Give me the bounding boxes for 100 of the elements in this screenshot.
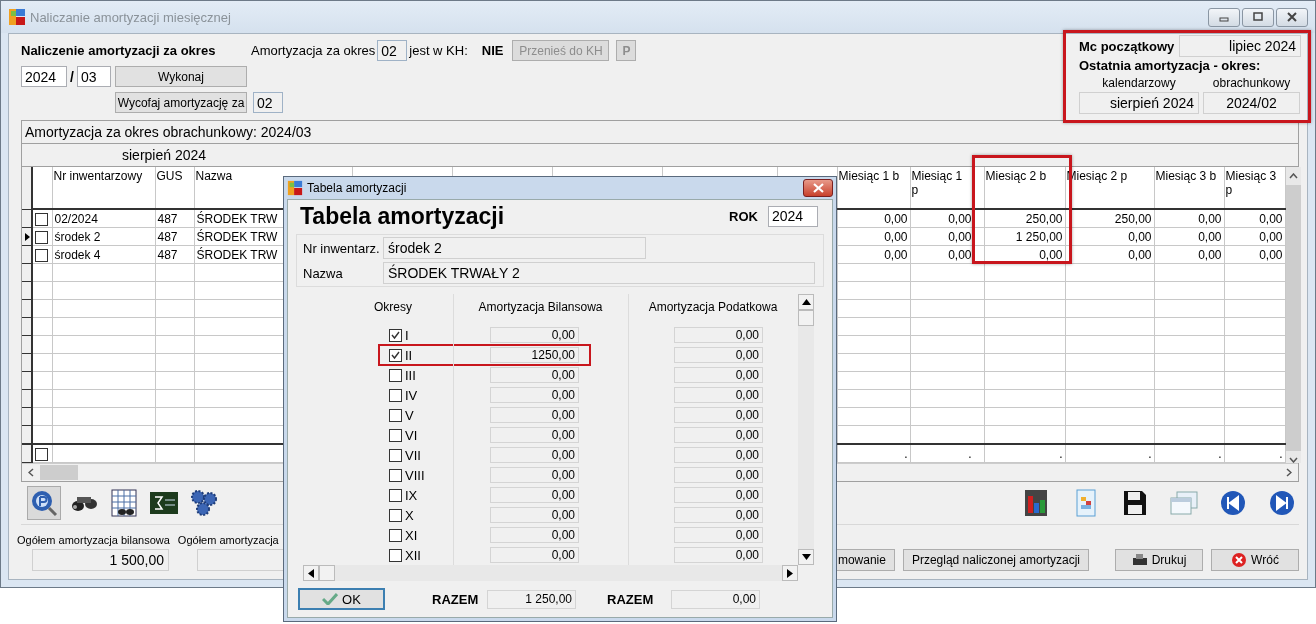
period-checkbox[interactable] bbox=[389, 388, 402, 402]
close-button[interactable] bbox=[803, 179, 833, 197]
tax-field[interactable]: 0,00 bbox=[674, 427, 763, 443]
table-cell: 250,00 bbox=[1114, 211, 1152, 226]
scroll-left-icon[interactable] bbox=[28, 468, 34, 477]
table-cell: 487 bbox=[157, 211, 178, 226]
run-button[interactable]: Wykonaj bbox=[115, 66, 247, 87]
scroll-left-icon[interactable] bbox=[308, 568, 314, 578]
period-checkbox[interactable] bbox=[389, 488, 402, 502]
tax-field[interactable]: 0,00 bbox=[674, 407, 763, 423]
balance-field[interactable]: 0,00 bbox=[490, 427, 579, 443]
column-header[interactable]: Miesiąc 2 b bbox=[985, 169, 1064, 183]
table-cell: 0,00 bbox=[1128, 247, 1152, 262]
total-label: RAZEM bbox=[432, 591, 480, 607]
tax-field[interactable]: 0,00 bbox=[674, 327, 763, 343]
column-header[interactable]: Miesiąc 3 b bbox=[1155, 169, 1223, 183]
row-checkbox[interactable] bbox=[35, 230, 48, 244]
balance-field[interactable]: 0,00 bbox=[490, 507, 579, 523]
period-checkbox[interactable] bbox=[389, 468, 402, 482]
table-cell: 0,00 bbox=[1039, 247, 1063, 262]
period-label: III bbox=[405, 367, 416, 383]
balance-total-field: 1 500,00 bbox=[32, 549, 169, 571]
close-icon bbox=[812, 183, 824, 193]
table-cell: 0,00 bbox=[948, 211, 972, 226]
period-checkbox[interactable] bbox=[389, 328, 402, 342]
action-button[interactable]: Przegląd naliczonej amortyzacji bbox=[902, 549, 1089, 571]
previous-icon bbox=[1219, 489, 1247, 517]
undo-button[interactable]: Wycofaj amortyzację za bbox=[115, 92, 247, 113]
period-checkbox[interactable] bbox=[389, 508, 402, 522]
month-field[interactable]: 03 bbox=[76, 66, 111, 87]
balance-field[interactable]: 1250,00 bbox=[490, 347, 579, 363]
table-cell: 487 bbox=[157, 247, 178, 262]
ok-button[interactable]: OK bbox=[298, 588, 385, 610]
column-header[interactable]: GUS bbox=[156, 169, 183, 183]
table-cell: 0,00 bbox=[1198, 211, 1222, 226]
period-label: I bbox=[405, 327, 409, 343]
column-header[interactable]: Nr inwentarzowy bbox=[53, 169, 143, 183]
balance-field[interactable]: 0,00 bbox=[490, 327, 579, 343]
scrollbar-thumb[interactable] bbox=[798, 310, 814, 326]
balance-field[interactable]: 0,00 bbox=[490, 407, 579, 423]
vertical-scrollbar[interactable] bbox=[798, 294, 814, 565]
scroll-down-icon[interactable] bbox=[1288, 457, 1298, 463]
preview-button[interactable] bbox=[27, 486, 61, 520]
balance-field[interactable]: 0,00 bbox=[490, 527, 579, 543]
scroll-up-icon[interactable] bbox=[801, 299, 811, 305]
minimize-button[interactable] bbox=[1208, 7, 1240, 27]
column-header[interactable]: Miesiąc 3 p bbox=[1225, 169, 1284, 197]
horizontal-scrollbar[interactable] bbox=[303, 565, 798, 581]
period-checkbox[interactable] bbox=[389, 428, 402, 442]
scrollbar-thumb[interactable] bbox=[40, 465, 78, 480]
action-button[interactable]: Drukuj bbox=[1115, 549, 1203, 571]
balance-field[interactable]: 0,00 bbox=[490, 447, 579, 463]
next-icon bbox=[1268, 489, 1296, 517]
period-checkbox[interactable] bbox=[389, 368, 402, 382]
scroll-up-icon[interactable] bbox=[1288, 173, 1298, 179]
year-field[interactable]: 2024 bbox=[768, 205, 818, 227]
undo-period-field[interactable]: 02 bbox=[253, 92, 283, 113]
dialog-title: Tabela amortyzacji bbox=[307, 181, 407, 195]
period-checkbox[interactable] bbox=[389, 548, 402, 562]
tax-field[interactable]: 0,00 bbox=[674, 447, 763, 463]
tax-field[interactable]: 0,00 bbox=[674, 367, 763, 383]
scroll-right-icon[interactable] bbox=[1286, 468, 1292, 477]
period-label: VIII bbox=[405, 467, 425, 483]
row-header-cell[interactable] bbox=[22, 245, 32, 264]
column-header[interactable]: Nazwa bbox=[195, 169, 233, 183]
tax-field[interactable]: 0,00 bbox=[674, 487, 763, 503]
tax-field[interactable]: 0,00 bbox=[674, 547, 763, 563]
period-checkbox[interactable] bbox=[389, 348, 402, 362]
period-field[interactable]: 02 bbox=[377, 40, 408, 61]
period-checkbox[interactable] bbox=[389, 448, 402, 462]
year-field[interactable]: 2024 bbox=[21, 66, 67, 87]
row-checkbox[interactable] bbox=[35, 212, 48, 226]
maximize-button[interactable] bbox=[1242, 7, 1274, 27]
group-label: sierpień 2024 bbox=[122, 147, 207, 163]
row-checkbox[interactable] bbox=[35, 248, 48, 262]
row-header-cell[interactable] bbox=[22, 227, 32, 246]
scrollbar-thumb[interactable] bbox=[319, 565, 335, 581]
tax-field[interactable]: 0,00 bbox=[674, 507, 763, 523]
period-checkbox[interactable] bbox=[389, 528, 402, 542]
balance-field[interactable]: 0,00 bbox=[490, 387, 579, 403]
balance-field[interactable]: 0,00 bbox=[490, 367, 579, 383]
tax-field[interactable]: 0,00 bbox=[674, 347, 763, 363]
period-checkbox[interactable] bbox=[389, 408, 402, 422]
row-checkbox[interactable] bbox=[35, 447, 48, 461]
scroll-down-icon[interactable] bbox=[801, 554, 811, 560]
balance-field[interactable]: 0,00 bbox=[490, 547, 579, 563]
table-cell: 0,00 bbox=[1198, 247, 1222, 262]
tax-field[interactable]: 0,00 bbox=[674, 467, 763, 483]
action-button[interactable]: Wróć bbox=[1211, 549, 1299, 571]
close-icon bbox=[1287, 12, 1297, 22]
balance-field[interactable]: 0,00 bbox=[490, 487, 579, 503]
tax-field[interactable]: 0,00 bbox=[674, 527, 763, 543]
scroll-right-icon[interactable] bbox=[787, 568, 793, 578]
column-header[interactable]: Miesiąc 1 p bbox=[911, 169, 972, 197]
period-label: XI bbox=[405, 527, 418, 543]
tax-field[interactable]: 0,00 bbox=[674, 387, 763, 403]
row-header-cell[interactable] bbox=[22, 209, 32, 228]
column-header[interactable]: Miesiąc 1 b bbox=[838, 169, 909, 183]
balance-field[interactable]: 0,00 bbox=[490, 467, 579, 483]
close-button[interactable] bbox=[1276, 7, 1308, 27]
